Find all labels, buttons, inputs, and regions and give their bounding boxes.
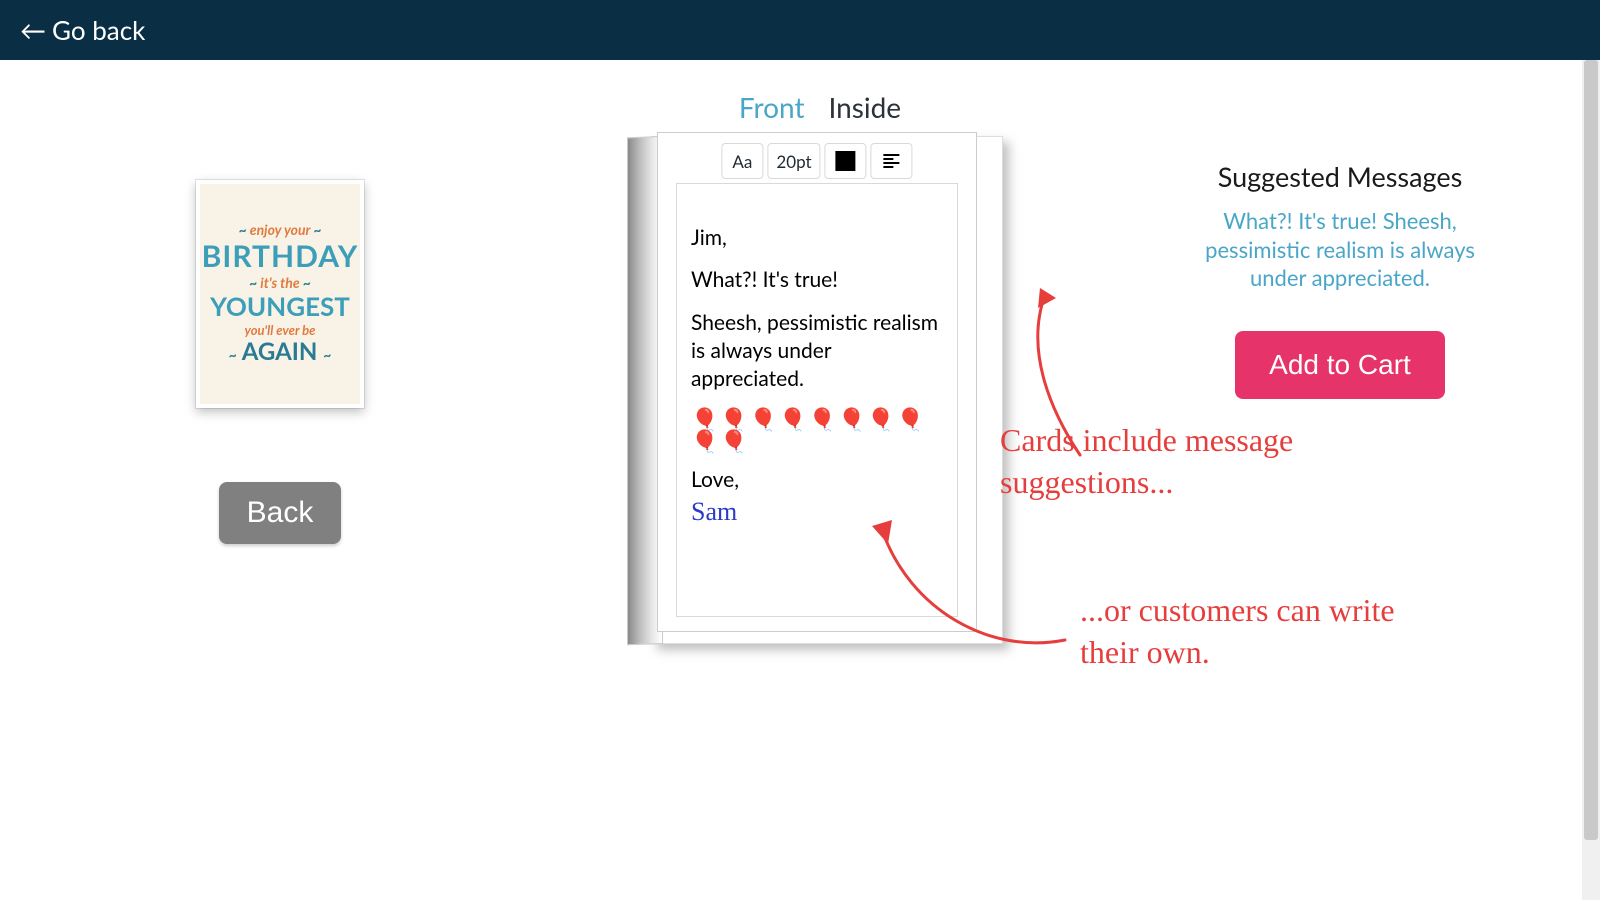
card-thumbnail[interactable]: ~ enjoy your ~ BIRTHDAY ~ it's the ~ YOU… xyxy=(196,180,364,408)
arrow-left-icon: ← xyxy=(20,17,46,43)
balloon-emoji-row: 🎈🎈🎈🎈🎈🎈🎈🎈🎈🎈 xyxy=(691,408,943,452)
tab-front[interactable]: Front xyxy=(739,90,805,124)
annotation-text-2: ...or customers can write their own. xyxy=(1080,590,1440,673)
main-content: ~ enjoy your ~ BIRTHDAY ~ it's the ~ YOU… xyxy=(0,60,1600,900)
text-toolbar: Aa 20pt xyxy=(717,139,916,183)
card-page-front-sheet: Aa 20pt Jim, xyxy=(657,132,977,632)
message-greeting: Jim, xyxy=(691,224,943,252)
font-picker-button[interactable]: Aa xyxy=(721,143,763,179)
align-left-icon xyxy=(883,152,901,170)
card-thumbnail-art: ~ enjoy your ~ BIRTHDAY ~ it's the ~ YOU… xyxy=(200,184,360,404)
color-swatch-icon xyxy=(836,151,856,171)
app-header: ← Go back xyxy=(0,0,1600,60)
message-closing: Love, xyxy=(691,466,943,494)
card-back-button[interactable]: Back xyxy=(219,482,342,544)
go-back-link[interactable]: ← Go back xyxy=(20,14,145,46)
card-editor: Aa 20pt Jim, xyxy=(627,132,1013,648)
tab-inside[interactable]: Inside xyxy=(829,90,902,124)
message-textarea[interactable]: Jim, What?! It's true! Sheesh, pessimist… xyxy=(676,183,958,617)
right-column: Suggested Messages What?! It's true! She… xyxy=(1080,60,1600,399)
card-face-tabs: Front Inside xyxy=(739,90,901,124)
message-signature: Sam xyxy=(691,494,943,529)
go-back-label: Go back xyxy=(52,14,145,46)
font-size-button[interactable]: 20pt xyxy=(767,143,820,179)
scrollbar[interactable] xyxy=(1582,60,1600,900)
message-line2: Sheesh, pessimistic realism is always un… xyxy=(691,309,943,394)
suggested-message-item[interactable]: What?! It's true! Sheesh, pessimistic re… xyxy=(1190,207,1490,293)
center-column: Front Inside Aa 20pt xyxy=(560,60,1080,648)
left-column: ~ enjoy your ~ BIRTHDAY ~ it's the ~ YOU… xyxy=(0,60,560,544)
text-align-button[interactable] xyxy=(871,143,913,179)
font-color-button[interactable] xyxy=(825,143,867,179)
message-line1: What?! It's true! xyxy=(691,266,943,294)
add-to-cart-button[interactable]: Add to Cart xyxy=(1235,331,1445,399)
scrollbar-thumb[interactable] xyxy=(1584,60,1598,840)
suggested-messages-title: Suggested Messages xyxy=(1218,160,1463,193)
